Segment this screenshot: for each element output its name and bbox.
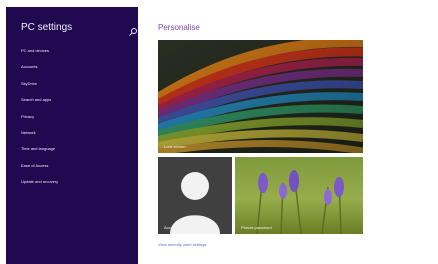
lavender-image (256, 170, 344, 234)
sidebar-title: PC settings (21, 22, 73, 33)
recent-settings-link[interactable]: View recently used settings (158, 242, 206, 247)
sidebar-item-update-and-recovery[interactable]: Update and recovery (21, 180, 58, 196)
page-title: Personalise (158, 23, 200, 32)
sidebar-menu: PC and devices Accounts SkyDrive Search … (21, 48, 58, 197)
user-silhouette-icon (170, 172, 220, 234)
sidebar-item-ease-of-access[interactable]: Ease of Access (21, 163, 58, 180)
account-picture-label: Account picture (164, 225, 192, 230)
sidebar-item-time-and-language[interactable]: Time and language (21, 147, 58, 163)
sidebar-item-privacy[interactable]: Privacy (21, 114, 58, 131)
search-icon[interactable] (128, 27, 138, 37)
sidebar-item-skydrive[interactable]: SkyDrive (21, 81, 58, 98)
sidebar-item-pc-and-devices[interactable]: PC and devices (21, 48, 58, 65)
sidebar-item-search-and-apps[interactable]: Search and apps (21, 98, 58, 114)
lock-screen-label: Lock screen (164, 144, 186, 149)
picture-password-tile[interactable]: Picture password (235, 157, 363, 234)
account-picture-tile[interactable]: Account picture (158, 157, 232, 234)
lock-screen-tile[interactable]: Lock screen (158, 40, 363, 153)
sidebar-item-accounts[interactable]: Accounts (21, 65, 58, 81)
picture-password-label: Picture password (241, 225, 272, 230)
lock-screen-image (158, 40, 363, 153)
settings-sidebar: PC settings PC and devices Accounts SkyD… (6, 7, 138, 264)
sidebar-item-network[interactable]: Network (21, 130, 58, 147)
